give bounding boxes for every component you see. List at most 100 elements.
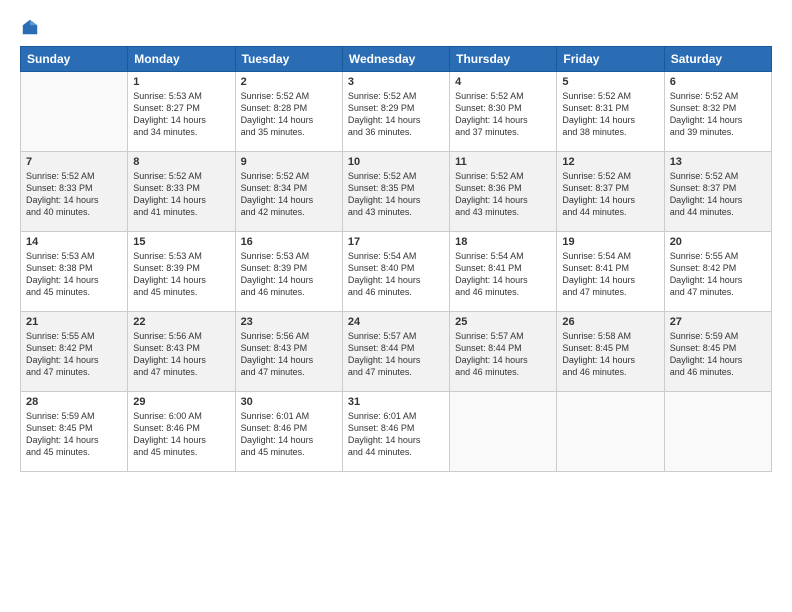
day-number: 15 bbox=[133, 236, 229, 248]
logo-text bbox=[20, 18, 39, 36]
day-info: Sunrise: 5:52 AMSunset: 8:35 PMDaylight:… bbox=[348, 170, 444, 219]
day-info: Sunrise: 6:00 AMSunset: 8:46 PMDaylight:… bbox=[133, 410, 229, 459]
calendar: SundayMondayTuesdayWednesdayThursdayFrid… bbox=[20, 46, 772, 472]
calendar-cell: 16 Sunrise: 5:53 AMSunset: 8:39 PMDayligh… bbox=[235, 232, 342, 312]
day-info: Sunrise: 5:52 AMSunset: 8:37 PMDaylight:… bbox=[670, 170, 766, 219]
day-info: Sunrise: 5:54 AMSunset: 8:41 PMDaylight:… bbox=[562, 250, 658, 299]
day-number: 26 bbox=[562, 316, 658, 328]
day-info: Sunrise: 6:01 AMSunset: 8:46 PMDaylight:… bbox=[241, 410, 337, 459]
day-info: Sunrise: 5:52 AMSunset: 8:33 PMDaylight:… bbox=[133, 170, 229, 219]
day-number: 5 bbox=[562, 76, 658, 88]
day-number: 21 bbox=[26, 316, 122, 328]
calendar-cell: 12 Sunrise: 5:52 AMSunset: 8:37 PMDayligh… bbox=[557, 152, 664, 232]
day-info: Sunrise: 5:53 AMSunset: 8:39 PMDaylight:… bbox=[241, 250, 337, 299]
day-info: Sunrise: 5:56 AMSunset: 8:43 PMDaylight:… bbox=[133, 330, 229, 379]
calendar-cell: 19 Sunrise: 5:54 AMSunset: 8:41 PMDayligh… bbox=[557, 232, 664, 312]
calendar-cell: 8 Sunrise: 5:52 AMSunset: 8:33 PMDaylight… bbox=[128, 152, 235, 232]
calendar-week-row: 7 Sunrise: 5:52 AMSunset: 8:33 PMDaylight… bbox=[21, 152, 772, 232]
day-number: 23 bbox=[241, 316, 337, 328]
day-number: 25 bbox=[455, 316, 551, 328]
day-number: 19 bbox=[562, 236, 658, 248]
calendar-week-row: 14Sunrise: 5:53 AMSunset: 8:38 PMDayligh… bbox=[21, 232, 772, 312]
day-info: Sunrise: 5:52 AMSunset: 8:33 PMDaylight:… bbox=[26, 170, 122, 219]
calendar-week-row: 21 Sunrise: 5:55 AMSunset: 8:42 PMDayligh… bbox=[21, 312, 772, 392]
day-info: Sunrise: 5:58 AMSunset: 8:45 PMDaylight:… bbox=[562, 330, 658, 379]
day-number: 30 bbox=[241, 396, 337, 408]
day-number: 8 bbox=[133, 156, 229, 168]
calendar-header-monday: Monday bbox=[128, 47, 235, 72]
calendar-cell: 25 Sunrise: 5:57 AMSunset: 8:44 PMDayligh… bbox=[450, 312, 557, 392]
calendar-cell: 26 Sunrise: 5:58 AMSunset: 8:45 PMDayligh… bbox=[557, 312, 664, 392]
calendar-cell: 11 Sunrise: 5:52 AMSunset: 8:36 PMDayligh… bbox=[450, 152, 557, 232]
day-number: 4 bbox=[455, 76, 551, 88]
calendar-cell: 18 Sunrise: 5:54 AMSunset: 8:41 PMDayligh… bbox=[450, 232, 557, 312]
calendar-cell: 22Sunrise: 5:56 AMSunset: 8:43 PMDayligh… bbox=[128, 312, 235, 392]
calendar-header-saturday: Saturday bbox=[664, 47, 771, 72]
day-number: 10 bbox=[348, 156, 444, 168]
day-info: Sunrise: 5:52 AMSunset: 8:34 PMDaylight:… bbox=[241, 170, 337, 219]
logo bbox=[20, 18, 39, 36]
day-info: Sunrise: 5:52 AMSunset: 8:37 PMDaylight:… bbox=[562, 170, 658, 219]
calendar-header-tuesday: Tuesday bbox=[235, 47, 342, 72]
day-info: Sunrise: 5:54 AMSunset: 8:40 PMDaylight:… bbox=[348, 250, 444, 299]
day-number: 7 bbox=[26, 156, 122, 168]
day-info: Sunrise: 5:53 AMSunset: 8:38 PMDaylight:… bbox=[26, 250, 122, 299]
calendar-header-thursday: Thursday bbox=[450, 47, 557, 72]
calendar-cell: 28 Sunrise: 5:59 AMSunset: 8:45 PMDayligh… bbox=[21, 392, 128, 472]
day-number: 18 bbox=[455, 236, 551, 248]
calendar-cell: 21 Sunrise: 5:55 AMSunset: 8:42 PMDayligh… bbox=[21, 312, 128, 392]
day-info: Sunrise: 5:52 AMSunset: 8:30 PMDaylight:… bbox=[455, 90, 551, 139]
day-info: Sunrise: 5:53 AMSunset: 8:27 PMDaylight:… bbox=[133, 90, 229, 139]
calendar-cell: 2 Sunrise: 5:52 AMSunset: 8:28 PMDaylight… bbox=[235, 72, 342, 152]
calendar-cell: 31 Sunrise: 6:01 AMSunset: 8:46 PMDayligh… bbox=[342, 392, 449, 472]
day-info: Sunrise: 6:01 AMSunset: 8:46 PMDaylight:… bbox=[348, 410, 444, 459]
day-info: Sunrise: 5:52 AMSunset: 8:28 PMDaylight:… bbox=[241, 90, 337, 139]
calendar-cell: 20 Sunrise: 5:55 AMSunset: 8:42 PMDayligh… bbox=[664, 232, 771, 312]
calendar-cell: 29Sunrise: 6:00 AMSunset: 8:46 PMDayligh… bbox=[128, 392, 235, 472]
calendar-header-row: SundayMondayTuesdayWednesdayThursdayFrid… bbox=[21, 47, 772, 72]
day-info: Sunrise: 5:55 AMSunset: 8:42 PMDaylight:… bbox=[26, 330, 122, 379]
calendar-cell: 24 Sunrise: 5:57 AMSunset: 8:44 PMDayligh… bbox=[342, 312, 449, 392]
day-info: Sunrise: 5:52 AMSunset: 8:31 PMDaylight:… bbox=[562, 90, 658, 139]
day-number: 11 bbox=[455, 156, 551, 168]
day-number: 28 bbox=[26, 396, 122, 408]
calendar-cell: 13Sunrise: 5:52 AMSunset: 8:37 PMDayligh… bbox=[664, 152, 771, 232]
calendar-cell: 5 Sunrise: 5:52 AMSunset: 8:31 PMDaylight… bbox=[557, 72, 664, 152]
calendar-cell: 9 Sunrise: 5:52 AMSunset: 8:34 PMDaylight… bbox=[235, 152, 342, 232]
day-number: 2 bbox=[241, 76, 337, 88]
day-info: Sunrise: 5:57 AMSunset: 8:44 PMDaylight:… bbox=[348, 330, 444, 379]
calendar-week-row: 28 Sunrise: 5:59 AMSunset: 8:45 PMDayligh… bbox=[21, 392, 772, 472]
day-info: Sunrise: 5:59 AMSunset: 8:45 PMDaylight:… bbox=[670, 330, 766, 379]
calendar-header-friday: Friday bbox=[557, 47, 664, 72]
day-number: 6 bbox=[670, 76, 766, 88]
day-number: 12 bbox=[562, 156, 658, 168]
day-info: Sunrise: 5:52 AMSunset: 8:36 PMDaylight:… bbox=[455, 170, 551, 219]
day-info: Sunrise: 5:57 AMSunset: 8:44 PMDaylight:… bbox=[455, 330, 551, 379]
day-number: 16 bbox=[241, 236, 337, 248]
header bbox=[20, 18, 772, 36]
calendar-cell: 7 Sunrise: 5:52 AMSunset: 8:33 PMDaylight… bbox=[21, 152, 128, 232]
calendar-header-wednesday: Wednesday bbox=[342, 47, 449, 72]
calendar-cell: 17Sunrise: 5:54 AMSunset: 8:40 PMDayligh… bbox=[342, 232, 449, 312]
day-number: 24 bbox=[348, 316, 444, 328]
calendar-cell bbox=[557, 392, 664, 472]
calendar-cell: 4 Sunrise: 5:52 AMSunset: 8:30 PMDaylight… bbox=[450, 72, 557, 152]
calendar-cell: 1Sunrise: 5:53 AMSunset: 8:27 PMDaylight… bbox=[128, 72, 235, 152]
calendar-cell bbox=[21, 72, 128, 152]
logo-icon bbox=[21, 18, 39, 36]
calendar-cell: 23 Sunrise: 5:56 AMSunset: 8:43 PMDayligh… bbox=[235, 312, 342, 392]
day-info: Sunrise: 5:55 AMSunset: 8:42 PMDaylight:… bbox=[670, 250, 766, 299]
day-number: 9 bbox=[241, 156, 337, 168]
calendar-cell: 15 Sunrise: 5:53 AMSunset: 8:39 PMDayligh… bbox=[128, 232, 235, 312]
day-info: Sunrise: 5:59 AMSunset: 8:45 PMDaylight:… bbox=[26, 410, 122, 459]
calendar-cell: 6Sunrise: 5:52 AMSunset: 8:32 PMDaylight… bbox=[664, 72, 771, 152]
day-info: Sunrise: 5:52 AMSunset: 8:29 PMDaylight:… bbox=[348, 90, 444, 139]
calendar-cell: 3Sunrise: 5:52 AMSunset: 8:29 PMDaylight… bbox=[342, 72, 449, 152]
day-number: 20 bbox=[670, 236, 766, 248]
calendar-cell bbox=[664, 392, 771, 472]
day-info: Sunrise: 5:56 AMSunset: 8:43 PMDaylight:… bbox=[241, 330, 337, 379]
day-info: Sunrise: 5:54 AMSunset: 8:41 PMDaylight:… bbox=[455, 250, 551, 299]
day-info: Sunrise: 5:53 AMSunset: 8:39 PMDaylight:… bbox=[133, 250, 229, 299]
calendar-cell: 27Sunrise: 5:59 AMSunset: 8:45 PMDayligh… bbox=[664, 312, 771, 392]
day-number: 31 bbox=[348, 396, 444, 408]
